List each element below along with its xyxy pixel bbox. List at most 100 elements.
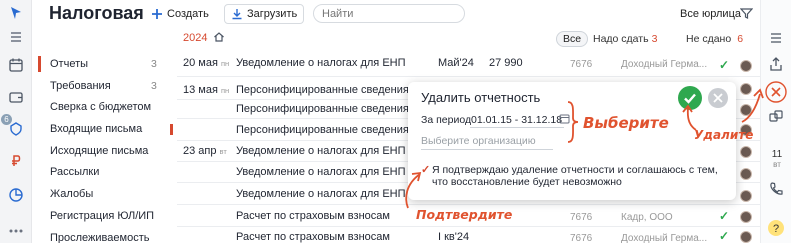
wallet-icon[interactable] — [7, 88, 25, 106]
plus-icon — [152, 9, 162, 19]
period-label: За период — [421, 114, 472, 126]
organization-placeholder-a: Выберите — [421, 135, 470, 147]
sidebar-item-reports[interactable]: Отчеты — [50, 58, 88, 70]
row-weekday: пн — [221, 86, 230, 95]
sidebar-item-complaints[interactable]: Жалобы — [50, 188, 93, 200]
status-check-icon: ✓ — [719, 58, 730, 72]
tab-not-submitted-label: Не сдано — [686, 33, 732, 45]
calendar-icon[interactable] — [7, 56, 25, 74]
tab-not-submitted[interactable]: Не сдано 6 — [686, 31, 743, 47]
calendar-day-weekday: вт — [773, 160, 781, 169]
export-icon[interactable] — [768, 56, 784, 72]
row-report-name[interactable]: Уведомление о налогах для ЕНП — [236, 145, 406, 157]
tax-authority-icon[interactable] — [7, 120, 25, 138]
row-weekday: пн — [221, 59, 230, 68]
row-report-name[interactable]: Персонифицированные сведения — [236, 103, 409, 115]
avatar[interactable] — [740, 60, 752, 72]
sidebar-item-traceability[interactable]: Прослеживаемость — [50, 232, 149, 243]
row-divider — [177, 226, 762, 227]
active-menu-indicator — [38, 56, 41, 72]
tab-not-submitted-count: 6 — [737, 33, 744, 45]
row-date: 20 мая пн — [183, 57, 230, 69]
row-report-name[interactable]: Персонифицированные сведения — [236, 124, 409, 136]
menu-icon[interactable] — [7, 28, 25, 46]
right-toolbar: 11 вт ? — [760, 0, 791, 243]
tab-all[interactable]: Все — [556, 31, 589, 47]
tab-to-submit[interactable]: Надо сдать 3 — [593, 31, 657, 47]
row-weekday: вт — [219, 147, 227, 156]
currency-icon[interactable] — [7, 152, 25, 170]
page-title: Налоговая — [49, 3, 144, 23]
app-logo-icon[interactable] — [7, 4, 25, 22]
arrow-annotation-icon — [682, 104, 697, 131]
calendar-day-number[interactable]: 11 — [770, 149, 784, 160]
row-report-name[interactable]: Уведомление о налогах для ЕНП — [236, 57, 406, 69]
status-check-icon: ✓ — [719, 209, 730, 223]
phone-icon[interactable] — [768, 181, 784, 197]
search-input[interactable] — [313, 4, 465, 23]
arrow-annotation-icon — [741, 88, 764, 123]
close-icon — [713, 93, 723, 103]
annotation-confirm: Подтвердите — [416, 207, 513, 222]
close-button[interactable] — [708, 88, 728, 108]
row-date: 13 мая пн — [183, 84, 230, 96]
avatar[interactable] — [740, 211, 752, 223]
help-icon[interactable]: ? — [767, 219, 785, 237]
annotation-select: Выберите — [583, 114, 669, 132]
row-divider — [177, 204, 762, 205]
row-date: 23 апр вт — [183, 145, 227, 157]
row-period: Май'24 — [438, 57, 474, 69]
sidebar-item-incoming-letters[interactable]: Входящие письма — [50, 123, 142, 135]
sidebar-item-budget-reconciliation[interactable]: Сверка с бюджетом — [50, 101, 151, 113]
tab-to-submit-count: 3 — [651, 33, 658, 45]
avatar[interactable] — [740, 190, 752, 202]
row-amount: 27 990 — [489, 57, 523, 69]
avatar[interactable] — [740, 146, 752, 158]
period-input[interactable]: 01.01.15 - 31.12.18 — [471, 114, 562, 126]
chart-pie-icon[interactable] — [7, 186, 25, 204]
overdue-marker — [170, 124, 173, 135]
confirm-text: Я подтверждаю удаление отчетности и согл… — [432, 164, 718, 188]
organization-field[interactable]: Выберите организацию — [421, 135, 553, 150]
row-report-name[interactable]: Персонифицированные сведения — [236, 84, 409, 96]
annotation-delete: Удалите — [694, 128, 754, 142]
upload-button-label: Загрузить — [247, 8, 298, 20]
sidebar-item-registration[interactable]: Регистрация ЮЛ/ИП — [50, 210, 154, 222]
app-rail: 6 — [0, 0, 32, 243]
filter-icon[interactable] — [740, 7, 753, 20]
entity-filter[interactable]: Все юрлица — [680, 8, 741, 20]
sidebar-item-count: 3 — [151, 80, 157, 92]
organization-placeholder-b: организацию — [469, 135, 536, 147]
row-code: 7676 — [570, 59, 593, 70]
row-period: I кв'24 — [438, 231, 470, 243]
tab-to-submit-label: Надо сдать — [593, 33, 649, 45]
row-report-name[interactable]: Расчет по страховым взносам — [236, 210, 390, 222]
avatar[interactable] — [740, 231, 752, 243]
home-icon[interactable] — [213, 31, 225, 43]
sidebar-item-requirements[interactable]: Требования — [50, 80, 111, 92]
sidebar-item-outgoing-letters[interactable]: Исходящие письма — [50, 145, 148, 157]
row-code: 7676 — [570, 212, 593, 223]
svg-text:?: ? — [773, 223, 779, 235]
row-report-name[interactable]: Уведомление о налогах для ЕНП — [236, 166, 406, 178]
dialog-title: Удалить отчетность — [421, 90, 541, 105]
upload-icon — [232, 9, 242, 20]
sidebar-item-count: 3 — [151, 58, 157, 70]
avatar[interactable] — [740, 168, 752, 180]
brace-annotation-icon — [567, 101, 579, 143]
sidebar-item-mailings[interactable]: Рассылки — [50, 166, 99, 178]
row-org: Кадр, ООО — [621, 212, 673, 223]
create-button[interactable]: Создать — [145, 4, 215, 24]
period-underline — [470, 127, 564, 128]
more-apps-icon[interactable] — [7, 222, 25, 240]
create-button-label: Создать — [167, 8, 209, 20]
year-selector[interactable]: 2024 — [183, 32, 207, 44]
delete-icon[interactable] — [764, 80, 788, 104]
row-report-name[interactable]: Уведомление о налогах для ЕНП — [236, 188, 406, 200]
link-icon[interactable] — [768, 108, 784, 124]
menu-lines-icon[interactable] — [768, 30, 784, 46]
upload-button[interactable]: Загрузить — [224, 4, 305, 24]
arrow-annotation-icon — [405, 171, 422, 209]
status-check-icon: ✓ — [719, 229, 730, 243]
row-report-name[interactable]: Расчет по страховым взносам — [236, 231, 390, 243]
